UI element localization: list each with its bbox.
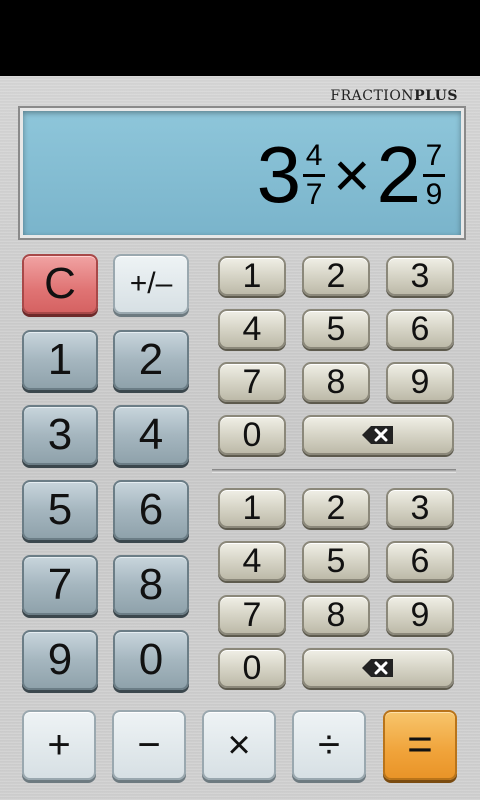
numerator-9-button[interactable]: 9 <box>386 362 454 402</box>
brand-light: FRACTION <box>330 88 415 104</box>
denominator-4-button[interactable]: 4 <box>218 541 286 581</box>
status-bar <box>0 0 480 76</box>
add-button[interactable]: + <box>22 710 96 780</box>
brand-bold: PLUS <box>414 88 458 104</box>
left-denominator: 7 <box>305 177 323 211</box>
fraction-divider <box>212 469 456 473</box>
numerator-2-button[interactable]: 2 <box>302 256 370 296</box>
left-whole: 3 <box>256 130 302 219</box>
fraction-bar <box>423 173 445 177</box>
backspace-icon <box>361 658 395 678</box>
numerator-backspace-button[interactable] <box>302 415 454 455</box>
denominator-7-button[interactable]: 7 <box>218 595 286 635</box>
digit-9-button[interactable]: 9 <box>22 630 98 690</box>
digit-6-button[interactable]: 6 <box>113 480 189 540</box>
right-whole: 2 <box>376 130 422 219</box>
left-fraction: 4 7 <box>303 138 326 211</box>
digit-1-button[interactable]: 1 <box>22 330 98 390</box>
left-numerator: 4 <box>305 138 323 172</box>
numerator-6-button[interactable]: 6 <box>386 309 454 349</box>
expression: 3 4 7 × 2 7 9 <box>257 127 447 223</box>
fraction-bar <box>303 173 326 177</box>
numerator-0-button[interactable]: 0 <box>218 415 286 455</box>
denominator-0-button[interactable]: 0 <box>218 648 286 688</box>
numerator-7-button[interactable]: 7 <box>218 362 286 402</box>
denominator-backspace-button[interactable] <box>302 648 454 688</box>
multiply-button[interactable]: × <box>202 710 276 780</box>
numerator-8-button[interactable]: 8 <box>302 362 370 402</box>
denominator-9-button[interactable]: 9 <box>386 595 454 635</box>
digit-7-button[interactable]: 7 <box>22 555 98 615</box>
numerator-3-button[interactable]: 3 <box>386 256 454 296</box>
numerator-4-button[interactable]: 4 <box>218 309 286 349</box>
digit-5-button[interactable]: 5 <box>22 480 98 540</box>
digit-3-button[interactable]: 3 <box>22 405 98 465</box>
digit-2-button[interactable]: 2 <box>113 330 189 390</box>
right-numerator: 7 <box>425 138 443 172</box>
app-brand: FRACTIONPLUS <box>330 88 458 104</box>
result-display: 3 4 7 × 2 7 9 <box>20 108 464 238</box>
digit-0-button[interactable]: 0 <box>113 630 189 690</box>
expression-operator: × <box>333 139 371 211</box>
denominator-1-button[interactable]: 1 <box>218 488 286 528</box>
denominator-6-button[interactable]: 6 <box>386 541 454 581</box>
numerator-5-button[interactable]: 5 <box>302 309 370 349</box>
subtract-button[interactable]: − <box>112 710 186 780</box>
right-denominator: 9 <box>425 177 443 211</box>
denominator-8-button[interactable]: 8 <box>302 595 370 635</box>
numerator-1-button[interactable]: 1 <box>218 256 286 296</box>
denominator-5-button[interactable]: 5 <box>302 541 370 581</box>
clear-button[interactable]: C <box>22 254 98 314</box>
equals-button[interactable]: = <box>383 710 457 780</box>
backspace-icon <box>361 425 395 445</box>
digit-8-button[interactable]: 8 <box>113 555 189 615</box>
digit-4-button[interactable]: 4 <box>113 405 189 465</box>
denominator-3-button[interactable]: 3 <box>386 488 454 528</box>
sign-toggle-button[interactable]: +/– <box>113 254 189 314</box>
denominator-2-button[interactable]: 2 <box>302 488 370 528</box>
divide-button[interactable]: ÷ <box>292 710 366 780</box>
right-fraction: 7 9 <box>423 138 445 211</box>
